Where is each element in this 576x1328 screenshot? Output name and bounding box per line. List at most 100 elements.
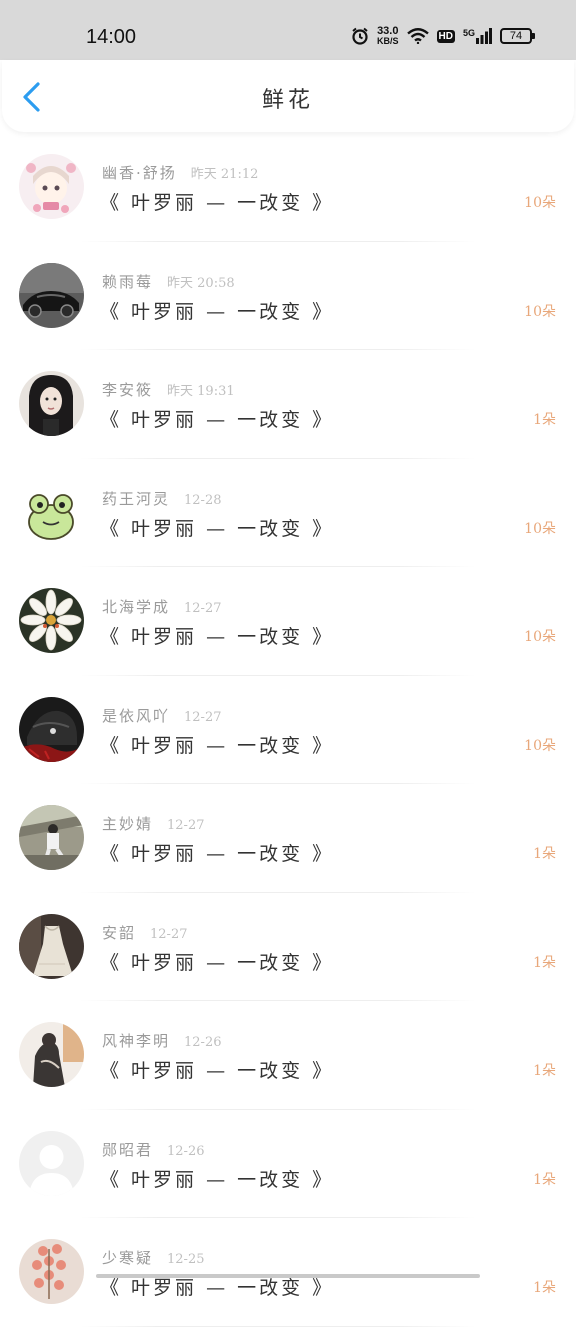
sender-name: 郧昭君 12-26 [102, 1139, 205, 1160]
page-title: 鲜花 [261, 88, 314, 113]
list-item[interactable]: 风神李明 12-26 《 叶罗丽 — 一改变 》 1朵 [0, 1002, 576, 1111]
flower-count: 1朵 [533, 1280, 556, 1296]
sent-time: 12-26 [167, 1143, 205, 1159]
sent-time: 12-27 [184, 709, 222, 725]
hd-badge: HD [436, 29, 455, 43]
avatar[interactable] [19, 371, 84, 436]
sent-time: 12-27 [167, 818, 205, 833]
flower-count: 10朵 [524, 737, 556, 754]
divider [80, 349, 476, 350]
divider [80, 1000, 476, 1001]
divider [80, 783, 476, 784]
battery-level: 74 [509, 30, 523, 42]
flower-count: 1朵 [533, 1171, 556, 1188]
divider [80, 1325, 476, 1327]
sender-name-text: 是依风吖 [102, 706, 171, 725]
sender-name: 赖雨莓 昨天 20:58 [102, 271, 235, 292]
sender-name: 少寒疑 12-25 [102, 1247, 205, 1268]
home-indicator [96, 1274, 480, 1278]
avatar[interactable] [19, 1022, 84, 1087]
avatar[interactable] [19, 479, 84, 545]
avatar[interactable] [19, 262, 84, 328]
list-item[interactable]: 北海学成 12-27 《 叶罗丽 — 一改变 》 10朵 [0, 568, 576, 677]
avatar[interactable] [19, 696, 84, 762]
sender-name-text: 主妙婧 [102, 815, 154, 833]
status-time: 14:00 [86, 26, 137, 48]
flower-count: 10朵 [524, 303, 556, 320]
network-speed-value: 33.0 [377, 25, 399, 37]
sent-time: 昨天 21:12 [190, 167, 259, 182]
flower-count: 1朵 [533, 1063, 556, 1079]
gift-title: 《 叶罗丽 — 一改变 》 [100, 843, 335, 865]
sent-time: 12-26 [184, 1035, 222, 1050]
divider [80, 1108, 476, 1110]
sent-time: 12-27 [150, 926, 188, 942]
signal-icon: 5G [463, 28, 492, 44]
list-item[interactable]: 药王河灵 12-28 《 叶罗丽 — 一改变 》 10朵 [0, 460, 576, 569]
alarm-icon [351, 27, 369, 45]
sender-name-text: 药王河灵 [102, 489, 171, 508]
sender-name-text: 北海学成 [102, 598, 171, 616]
divider [80, 457, 476, 459]
gift-title: 《 叶罗丽 — 一改变 》 [100, 192, 335, 214]
sender-name-text: 郧昭君 [102, 1140, 154, 1159]
sender-name: 李安筱 昨天 19:31 [102, 379, 235, 400]
status-icons: 33.0 KB/S HD 5G 74 [351, 25, 535, 47]
gift-title: 《 叶罗丽 — 一改变 》 [100, 300, 335, 323]
sender-name-text: 少寒疑 [102, 1249, 154, 1267]
battery-icon: 74 [500, 28, 535, 44]
list-item[interactable]: 幽香·舒扬 昨天 21:12 《 叶罗丽 — 一改变 》 10朵 [0, 134, 576, 243]
network-speed-unit: KB/S [377, 36, 399, 46]
gift-title: 《 叶罗丽 — 一改变 》 [100, 626, 335, 648]
sent-time: 12-28 [184, 492, 222, 508]
sender-name: 安韶 12-27 [102, 922, 188, 943]
status-bar: 14:00 33.0 KB/S HD 5G 74 [0, 0, 576, 60]
gift-title: 《 叶罗丽 — 一改变 》 [100, 409, 335, 431]
avatar[interactable] [19, 805, 84, 870]
sender-name: 药王河灵 12-28 [102, 488, 222, 509]
flower-count: 10朵 [524, 629, 556, 645]
avatar[interactable] [19, 154, 84, 219]
list-item[interactable]: 主妙婧 12-27 《 叶罗丽 — 一改变 》 1朵 [0, 785, 576, 894]
wifi-icon [406, 28, 429, 44]
flower-count: 1朵 [533, 846, 556, 862]
list-item[interactable]: 赖雨莓 昨天 20:58 《 叶罗丽 — 一改变 》 10朵 [0, 243, 576, 352]
gift-title: 《 叶罗丽 — 一改变 》 [100, 517, 335, 540]
avatar[interactable] [19, 588, 84, 653]
sender-name-text: 赖雨莓 [102, 272, 154, 291]
flower-list: 幽香·舒扬 昨天 21:12 《 叶罗丽 — 一改变 》 10朵 赖雨莓 昨天 20… [0, 134, 576, 1328]
sender-name: 风神李明 12-26 [102, 1030, 222, 1051]
avatar[interactable] [19, 1130, 84, 1196]
list-item[interactable]: 安韶 12-27 《 叶罗丽 — 一改变 》 1朵 [0, 894, 576, 1003]
sender-name: 主妙婧 12-27 [102, 813, 205, 834]
sender-name-text: 幽香·舒扬 [102, 164, 177, 182]
gift-title: 《 叶罗丽 — 一改变 》 [100, 951, 335, 974]
gift-title: 《 叶罗丽 — 一改变 》 [100, 1168, 335, 1191]
flower-count: 10朵 [524, 195, 556, 211]
header: 鲜花 [2, 60, 574, 132]
flower-count: 1朵 [533, 954, 556, 971]
avatar[interactable] [19, 913, 84, 979]
divider [80, 891, 476, 893]
flower-count: 10朵 [524, 520, 556, 537]
divider [80, 674, 476, 676]
sent-time: 12-27 [184, 601, 222, 616]
sent-time: 12-25 [167, 1252, 205, 1267]
sent-time: 昨天 19:31 [167, 384, 235, 399]
divider [80, 1217, 476, 1218]
network-type: 5G [462, 28, 475, 38]
list-item[interactable]: 李安筱 昨天 19:31 《 叶罗丽 — 一改变 》 1朵 [0, 351, 576, 460]
gift-title: 《 叶罗丽 — 一改变 》 [100, 734, 335, 757]
sender-name-text: 安韶 [102, 923, 137, 942]
network-speed: 33.0 KB/S [377, 25, 399, 47]
divider [80, 566, 476, 567]
list-item[interactable]: 是依风吖 12-27 《 叶罗丽 — 一改变 》 10朵 [0, 677, 576, 786]
list-item[interactable]: 郧昭君 12-26 《 叶罗丽 — 一改变 》 1朵 [0, 1111, 576, 1220]
sent-time: 昨天 20:58 [167, 275, 235, 291]
divider [80, 240, 476, 242]
flower-count: 1朵 [533, 412, 556, 428]
sender-name-text: 李安筱 [102, 381, 154, 399]
sender-name: 幽香·舒扬 昨天 21:12 [102, 162, 258, 183]
sender-name: 北海学成 12-27 [102, 596, 222, 617]
avatar[interactable] [19, 1239, 84, 1304]
